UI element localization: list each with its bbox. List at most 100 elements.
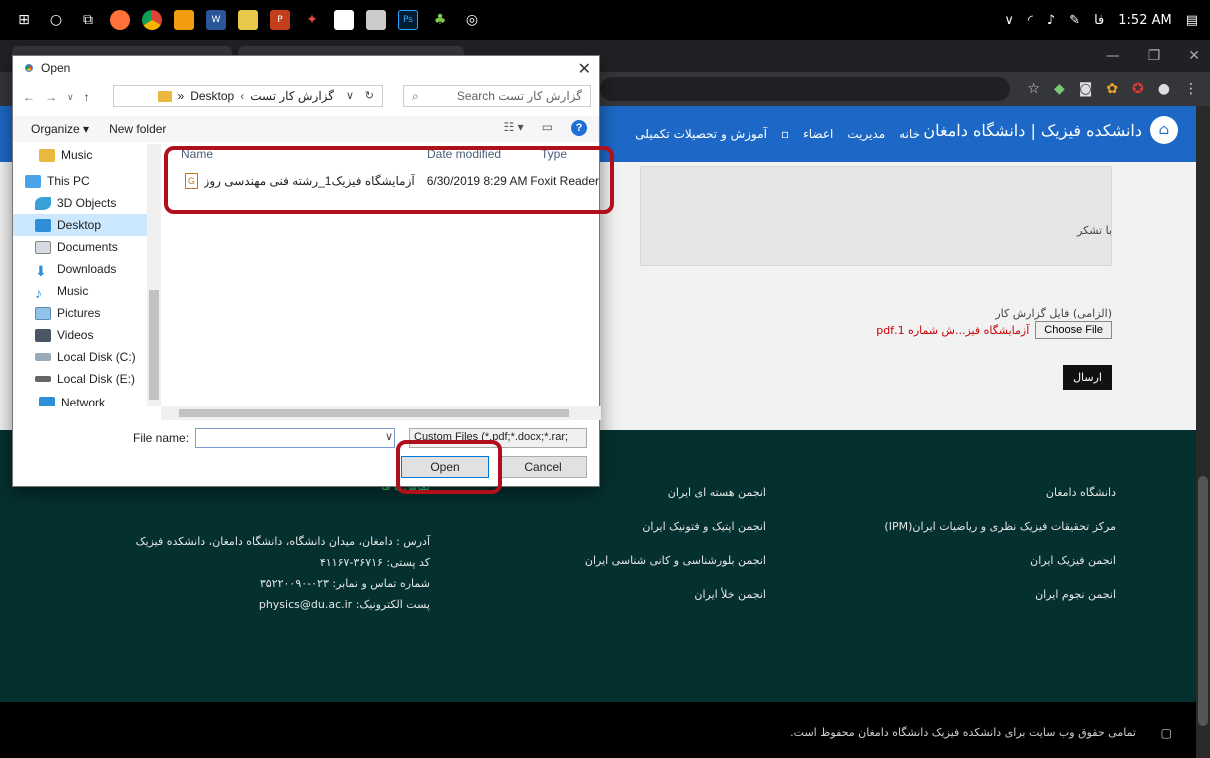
- note-icon[interactable]: [334, 10, 354, 30]
- nav-item-music-folder[interactable]: Music: [39, 144, 92, 166]
- column-header-date[interactable]: Date modified: [427, 144, 501, 164]
- column-header-type[interactable]: Type: [541, 144, 567, 164]
- view-options-icon[interactable]: ☷ ▾: [504, 120, 524, 136]
- download-icon: ⬇: [35, 262, 47, 279]
- contact-email[interactable]: پست الکترونیک: physics@du.ac.ir: [136, 598, 430, 611]
- maximize-icon[interactable]: ❐: [1148, 48, 1161, 64]
- cancel-button[interactable]: Cancel: [499, 456, 587, 478]
- footer-link[interactable]: انجمن اپتیک و فتونیک ایران: [585, 520, 766, 533]
- powerpoint-icon[interactable]: P: [270, 10, 290, 30]
- breadcrumb-desktop[interactable]: Desktop: [190, 89, 234, 103]
- nav-item-desktop[interactable]: Desktop: [13, 214, 147, 236]
- file-list-item[interactable]: G آزمایشگاه فیزیک1_رشته فنی مهندسی روز ش…: [169, 170, 599, 192]
- close-icon[interactable]: ✕: [578, 59, 591, 79]
- nav-item-local-disk-e[interactable]: Local Disk (E:): [35, 368, 135, 390]
- url-field[interactable]: [600, 77, 1010, 101]
- chevron-down-icon[interactable]: ∨: [67, 92, 74, 103]
- close-icon[interactable]: ✕: [1188, 48, 1200, 64]
- nav-item-downloads[interactable]: ⬇ Downloads: [35, 258, 116, 280]
- up-arrow-icon[interactable]: ↑: [84, 90, 90, 104]
- message-textarea[interactable]: [640, 166, 1112, 266]
- minimize-icon[interactable]: —: [1106, 48, 1120, 64]
- chevron-down-icon[interactable]: ∨: [385, 430, 393, 443]
- file-type-filter[interactable]: Custom Files (*.pdf;*.docx;*.rar;: [409, 428, 587, 448]
- page-scrollbar[interactable]: [1196, 106, 1210, 758]
- nav-item-local-disk-c[interactable]: Local Disk (C:): [35, 346, 136, 368]
- organize-button[interactable]: Organize ▾: [31, 122, 89, 136]
- word-icon[interactable]: W: [206, 10, 226, 30]
- open-button[interactable]: Open: [401, 456, 489, 478]
- windows-icon[interactable]: ⊞: [14, 10, 34, 30]
- help-icon[interactable]: ?: [571, 120, 587, 136]
- language-indicator[interactable]: فا: [1094, 13, 1104, 28]
- search-placeholder: گزارش کار تست Search: [456, 89, 582, 103]
- choose-file-button[interactable]: Choose File: [1035, 321, 1112, 339]
- search-icon[interactable]: ○: [46, 10, 66, 30]
- footer-link[interactable]: انجمن بلورشناسی و کانی شناسی ایران: [585, 554, 766, 567]
- footer-link[interactable]: انجمن هسته ای ایران: [585, 486, 766, 499]
- nav-members[interactable]: اعضاء: [803, 127, 833, 141]
- pc-icon: [25, 174, 41, 188]
- nav-item-network[interactable]: Network: [39, 392, 105, 406]
- footer-link[interactable]: انجمن خلأ ایران: [585, 588, 766, 601]
- pen-icon[interactable]: ✎: [1069, 13, 1080, 28]
- footer-link[interactable]: انجمن فیزیک ایران: [884, 554, 1116, 567]
- nav-education[interactable]: آموزش و تحصیلات تکمیلی: [635, 127, 767, 141]
- path-breadcrumb[interactable]: ∨ ↻ گزارش کار تست › Desktop «: [113, 85, 383, 107]
- scrollbar-thumb[interactable]: [179, 409, 569, 417]
- extension-icon[interactable]: ✪: [1132, 81, 1144, 97]
- clock[interactable]: 1:52 AM: [1118, 13, 1171, 28]
- nav-item-videos[interactable]: Videos: [35, 324, 93, 346]
- task-view-icon[interactable]: ⧉: [78, 10, 98, 30]
- calculator-icon[interactable]: [366, 10, 386, 30]
- star-icon[interactable]: ☆: [1027, 81, 1040, 97]
- breadcrumb-overflow[interactable]: «: [178, 89, 185, 103]
- extension-icon[interactable]: ◙: [1079, 81, 1093, 97]
- firefox-icon[interactable]: [110, 10, 130, 30]
- chrome-icon[interactable]: [142, 10, 162, 30]
- notepad-icon[interactable]: [238, 10, 258, 30]
- new-folder-button[interactable]: New folder: [109, 122, 166, 136]
- nav-item-music[interactable]: ♪ Music: [35, 280, 88, 302]
- nav-item-this-pc[interactable]: This PC: [25, 170, 90, 192]
- notifications-icon[interactable]: ▤: [1186, 13, 1198, 28]
- extension-icon[interactable]: ◆: [1054, 81, 1065, 97]
- profile-avatar[interactable]: ●: [1158, 81, 1170, 97]
- nav-item-3d-objects[interactable]: 3D Objects: [35, 192, 116, 214]
- leaf-icon[interactable]: ♣: [430, 10, 450, 30]
- menu-icon[interactable]: ⋮: [1184, 81, 1198, 97]
- nav-item-documents[interactable]: Documents: [35, 236, 118, 258]
- volume-icon[interactable]: ♪: [1047, 13, 1055, 28]
- chevron-down-icon[interactable]: ∨: [346, 89, 354, 102]
- back-arrow-icon[interactable]: ←: [23, 90, 35, 104]
- settings-icon[interactable]: ◎: [462, 10, 482, 30]
- nav-pane-scrollbar[interactable]: [147, 144, 161, 406]
- extension-icon[interactable]: ✿: [1106, 81, 1118, 97]
- footer-link[interactable]: انجمن نجوم ایران: [884, 588, 1116, 601]
- scrollbar-thumb[interactable]: [1198, 476, 1208, 726]
- nav-management[interactable]: مدیریت: [847, 127, 885, 141]
- nav-home[interactable]: خانه: [899, 127, 920, 141]
- column-header-name[interactable]: Name: [181, 144, 213, 164]
- breadcrumb-folder[interactable]: گزارش کار تست: [250, 89, 334, 103]
- submit-button[interactable]: ارسال: [1063, 365, 1112, 390]
- cube-icon: [35, 196, 51, 210]
- footer-link[interactable]: دانشگاه دامغان: [884, 486, 1116, 499]
- edge-icon[interactable]: [174, 10, 194, 30]
- square-icon: ▢: [1160, 726, 1172, 740]
- nav-item-pictures[interactable]: Pictures: [35, 302, 100, 324]
- app-icon[interactable]: ✦: [302, 10, 322, 30]
- chevron-up-icon[interactable]: ∨: [1004, 13, 1014, 28]
- refresh-icon[interactable]: ↻: [365, 89, 374, 102]
- file-name-input[interactable]: [195, 428, 395, 448]
- dialog-title: Open: [41, 61, 71, 75]
- preview-pane-icon[interactable]: ▭: [542, 120, 553, 136]
- file-list-horizontal-scrollbar[interactable]: [161, 406, 601, 420]
- photoshop-icon[interactable]: Ps: [398, 10, 418, 30]
- footer-link[interactable]: مرکز تحقیقات فیزیک نظری و ریاضیات ایران(…: [884, 520, 1116, 533]
- scrollbar-thumb[interactable]: [149, 290, 159, 400]
- network-icon[interactable]: ◜: [1028, 13, 1033, 28]
- dialog-search-input[interactable]: گزارش کار تست Search ⌕: [403, 85, 591, 107]
- forward-arrow-icon[interactable]: →: [45, 90, 57, 104]
- site-logo[interactable]: دانشکده فیزیک | دانشگاه دامغان ⌂: [923, 116, 1178, 144]
